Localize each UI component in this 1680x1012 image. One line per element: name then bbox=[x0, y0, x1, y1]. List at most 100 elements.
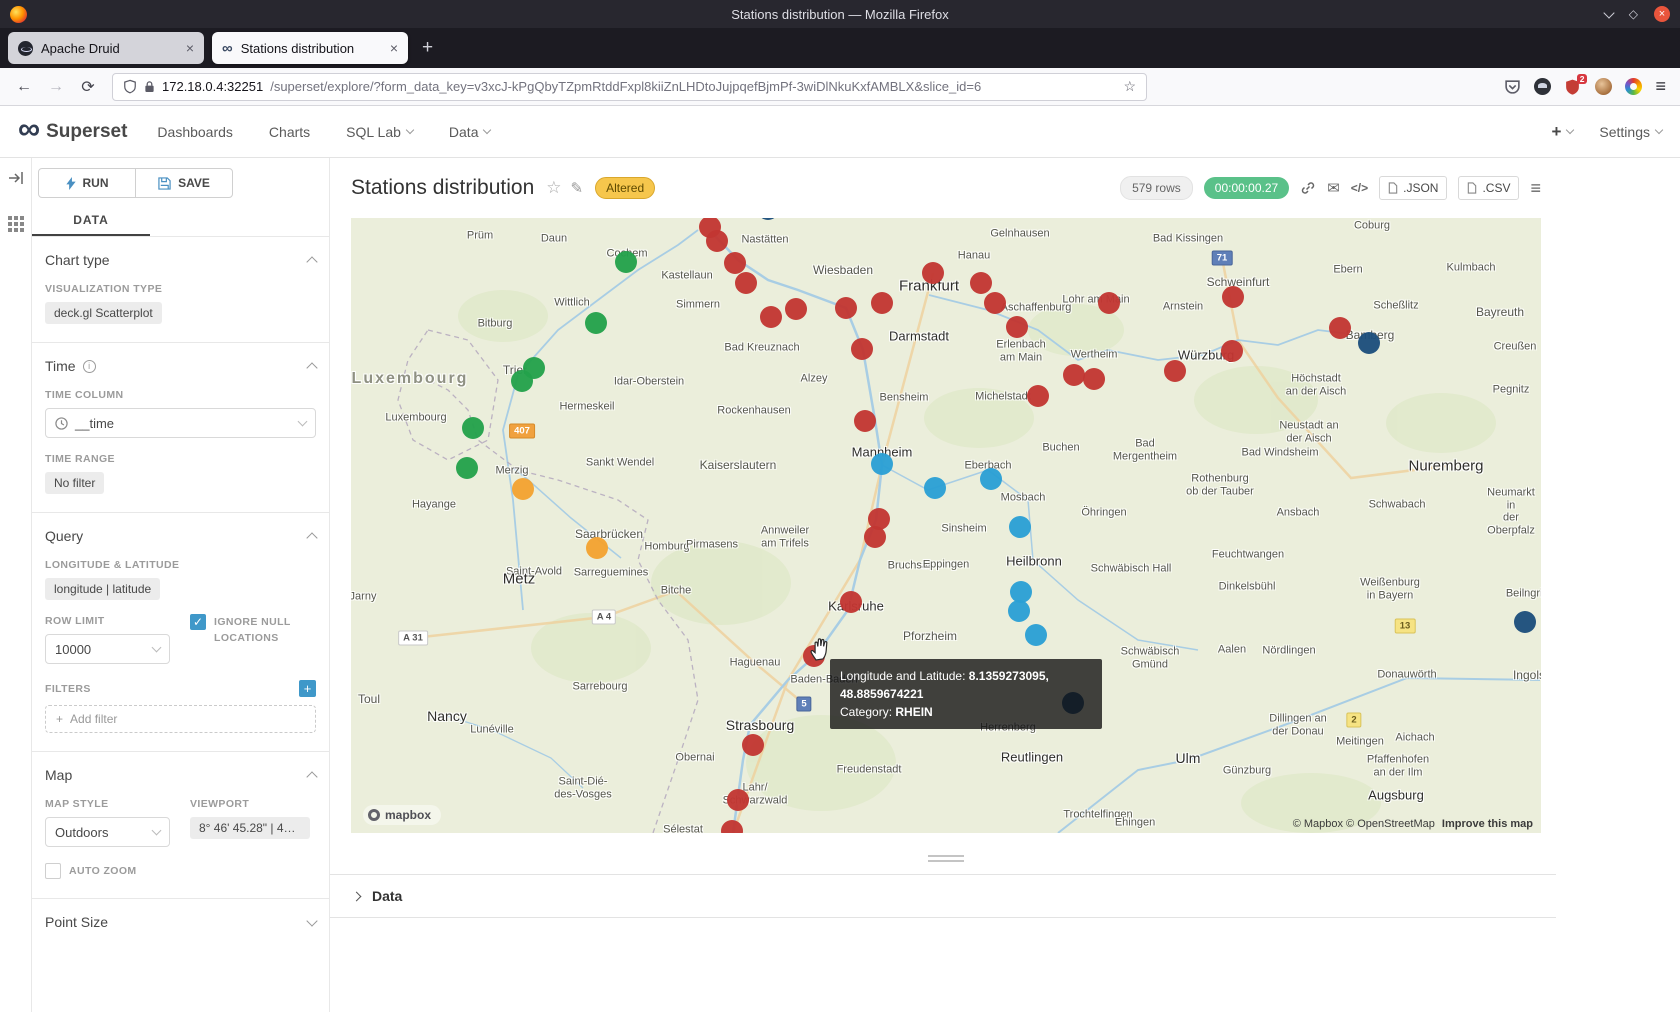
map-point-red[interactable] bbox=[1063, 364, 1085, 386]
bookmark-star-icon[interactable]: ☆ bbox=[1123, 78, 1136, 95]
embed-code-icon[interactable]: </> bbox=[1351, 181, 1368, 195]
edit-title-icon[interactable]: ✎ bbox=[571, 179, 584, 197]
favorite-star-icon[interactable]: ☆ bbox=[546, 178, 561, 198]
pocket-icon[interactable] bbox=[1504, 78, 1521, 95]
map-point-red[interactable] bbox=[864, 526, 886, 548]
tab-apache-druid[interactable]: Apache Druid × bbox=[8, 32, 204, 64]
close-icon[interactable]: × bbox=[1654, 6, 1670, 22]
map-point-red[interactable] bbox=[760, 306, 782, 328]
map-point-teal[interactable] bbox=[1009, 516, 1031, 538]
map-point-red[interactable] bbox=[724, 252, 746, 274]
reload-button[interactable]: ⟳ bbox=[74, 73, 102, 101]
settings-menu[interactable]: Settings bbox=[1599, 124, 1662, 140]
section-header[interactable]: Map bbox=[45, 767, 316, 783]
map-point-green[interactable] bbox=[462, 417, 484, 439]
lonlat-chip[interactable]: longitude | latitude bbox=[45, 578, 160, 600]
extension-shield-icon[interactable]: 2 bbox=[1564, 78, 1582, 96]
map-point-navy[interactable] bbox=[1514, 611, 1536, 633]
url-bar[interactable]: 172.18.0.4:32251 /superset/explore/?form… bbox=[112, 73, 1147, 101]
maximize-icon[interactable]: ◇ bbox=[1629, 7, 1638, 21]
nav-item-data[interactable]: Data bbox=[449, 124, 491, 140]
shield-icon[interactable] bbox=[123, 79, 137, 94]
add-new-button[interactable]: + bbox=[1551, 122, 1573, 142]
map-point-red[interactable] bbox=[1098, 292, 1120, 314]
time-range-chip[interactable]: No filter bbox=[45, 472, 104, 494]
map-point-navy[interactable] bbox=[1358, 332, 1380, 354]
collapse-panel-icon[interactable] bbox=[8, 170, 24, 186]
section-header[interactable]: Chart type bbox=[45, 252, 316, 268]
tab-close-icon[interactable]: × bbox=[186, 40, 194, 56]
map-point-red[interactable] bbox=[835, 297, 857, 319]
map-point-red[interactable] bbox=[840, 591, 862, 613]
map-point-orange[interactable] bbox=[586, 537, 608, 559]
data-results-panel[interactable]: Data bbox=[330, 874, 1556, 918]
new-tab-button[interactable]: + bbox=[416, 37, 439, 59]
map-point-red[interactable] bbox=[735, 272, 757, 294]
auto-zoom-checkbox-row[interactable]: AUTO ZOOM bbox=[45, 863, 190, 880]
ignore-null-checkbox-row[interactable]: IGNORE NULL LOCATIONS bbox=[190, 614, 316, 647]
tab-close-icon[interactable]: × bbox=[390, 40, 398, 56]
map-point-teal[interactable] bbox=[1025, 624, 1047, 646]
avatar-extension-icon[interactable] bbox=[1595, 78, 1612, 95]
export-json-button[interactable]: .JSON bbox=[1379, 176, 1447, 200]
email-icon[interactable]: ✉ bbox=[1327, 179, 1340, 197]
map-point-teal[interactable] bbox=[1008, 600, 1030, 622]
nav-item-charts[interactable]: Charts bbox=[269, 124, 310, 140]
map-point-teal[interactable] bbox=[924, 477, 946, 499]
time-column-select[interactable]: __time bbox=[45, 408, 316, 438]
map-point-red[interactable] bbox=[854, 410, 876, 432]
map-point-green[interactable] bbox=[511, 370, 533, 392]
forward-button[interactable]: → bbox=[42, 73, 70, 101]
map-point-orange[interactable] bbox=[512, 478, 534, 500]
grid-icon[interactable] bbox=[8, 216, 24, 232]
map-point-teal[interactable] bbox=[980, 468, 1002, 490]
run-button[interactable]: RUN bbox=[38, 168, 136, 198]
section-header[interactable]: Query bbox=[45, 528, 316, 544]
save-button[interactable]: SAVE bbox=[135, 168, 233, 198]
viz-type-chip[interactable]: deck.gl Scatterplot bbox=[45, 302, 162, 324]
section-header[interactable]: Time bbox=[45, 358, 316, 374]
map-point-red[interactable] bbox=[706, 230, 728, 252]
extension-mask-icon[interactable] bbox=[1534, 78, 1551, 95]
map-canvas[interactable]: PrümDaunCochemNastättenGelnhausenBad Kis… bbox=[351, 218, 1541, 833]
map-point-red[interactable] bbox=[1006, 316, 1028, 338]
altered-badge[interactable]: Altered bbox=[595, 177, 655, 199]
map-point-red[interactable] bbox=[922, 262, 944, 284]
map-point-red[interactable] bbox=[727, 789, 749, 811]
nav-item-dashboards[interactable]: Dashboards bbox=[157, 124, 233, 140]
row-limit-select[interactable]: 10000 bbox=[45, 634, 170, 664]
map-point-red[interactable] bbox=[785, 298, 807, 320]
add-filter-plus-button[interactable]: + bbox=[299, 680, 316, 697]
map-point-red[interactable] bbox=[742, 734, 764, 756]
auto-zoom-checkbox[interactable] bbox=[45, 863, 61, 879]
viewport-chip[interactable]: 8° 46' 45.28" | 49… bbox=[190, 817, 310, 839]
map-point-green[interactable] bbox=[585, 312, 607, 334]
browser-menu-icon[interactable]: ≡ bbox=[1655, 76, 1666, 97]
map-point-red[interactable] bbox=[1221, 340, 1243, 362]
ignore-null-checkbox[interactable] bbox=[190, 614, 206, 630]
tab-data[interactable]: DATA bbox=[32, 204, 150, 236]
minimize-icon[interactable] bbox=[1603, 7, 1614, 18]
map-point-red[interactable] bbox=[871, 292, 893, 314]
mapbox-logo[interactable]: mapbox bbox=[363, 805, 441, 825]
improve-map-link[interactable]: Improve this map bbox=[1442, 818, 1533, 830]
nav-item-sql-lab[interactable]: SQL Lab bbox=[346, 124, 413, 140]
map-point-red[interactable] bbox=[984, 292, 1006, 314]
panel-resize-handle[interactable] bbox=[928, 855, 964, 862]
map-point-red[interactable] bbox=[1222, 286, 1244, 308]
map-point-red[interactable] bbox=[970, 272, 992, 294]
map-point-red[interactable] bbox=[851, 338, 873, 360]
superset-logo[interactable]: ∞ Superset bbox=[18, 121, 127, 143]
extension-pinwheel-icon[interactable] bbox=[1625, 78, 1642, 95]
section-header[interactable]: Point Size bbox=[45, 914, 316, 930]
add-filter-input[interactable]: + Add filter bbox=[45, 705, 316, 733]
map-point-green[interactable] bbox=[456, 457, 478, 479]
map-point-red[interactable] bbox=[1329, 317, 1351, 339]
export-csv-button[interactable]: .CSV bbox=[1458, 176, 1519, 200]
map-point-red[interactable] bbox=[1083, 368, 1105, 390]
map-point-teal[interactable] bbox=[871, 453, 893, 475]
copy-link-icon[interactable] bbox=[1300, 180, 1316, 196]
map-point-green[interactable] bbox=[615, 251, 637, 273]
tab-stations-distribution[interactable]: ∞ Stations distribution × bbox=[212, 32, 408, 64]
back-button[interactable]: ← bbox=[10, 73, 38, 101]
